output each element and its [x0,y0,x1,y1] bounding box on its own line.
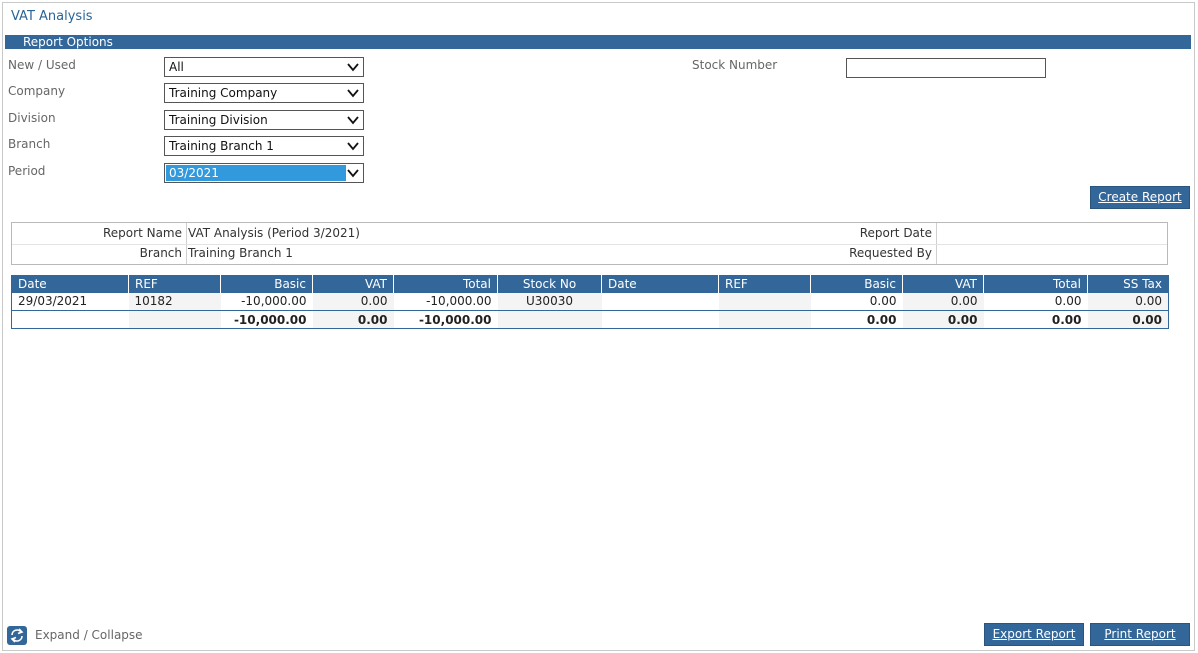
period-label: Period [8,164,46,178]
total-cell-date [11,310,129,329]
total-cell-ref [128,310,221,329]
branch-label: Branch [8,137,51,151]
report-name-label: Report Name [103,226,182,240]
col-header-ref: REF [128,275,221,293]
col-header-vat-2: VAT [902,275,984,293]
col-header-basic-2: Basic [810,275,903,293]
total-cell-total: -10,000.00 [393,310,498,329]
total-cell-vat: 0.00 [312,310,394,329]
new-used-select[interactable]: All [164,57,364,77]
company-label: Company [8,84,66,98]
report-date-label: Report Date [859,226,932,240]
col-header-vat: VAT [312,275,394,293]
page-title: VAT Analysis [11,9,93,24]
cell-ss-tax: 0.00 [1087,292,1169,311]
division-select[interactable]: Training Division [164,110,364,130]
company-select[interactable]: Training Company [164,83,364,103]
chevron-down-icon [346,60,360,74]
company-value: Training Company [169,86,278,100]
branch-value: Training Branch 1 [169,139,274,153]
col-header-date-2: Date [601,275,719,293]
total-cell-stock-no [497,310,602,329]
report-name-value: VAT Analysis (Period 3/2021) [188,226,360,240]
cell-basic: -10,000.00 [241,294,307,309]
division-value: Training Division [169,113,268,127]
print-report-button[interactable]: Print Report [1090,623,1190,646]
col-header-stock-no: Stock No [497,275,602,293]
stock-number-input[interactable] [846,58,1046,78]
cell-total: -10,000.00 [426,294,492,309]
branch-info-value: Training Branch 1 [188,246,293,260]
col-header-date: Date [11,275,129,293]
export-report-button[interactable]: Export Report [984,623,1084,646]
period-value: 03/2021 [166,165,346,181]
total-cell-basic: -10,000.00 [220,310,313,329]
branch-select[interactable]: Training Branch 1 [164,136,364,156]
stock-number-label: Stock Number [692,58,778,72]
report-options-header: Report Options [5,35,1191,49]
table-totals-row: -10,000.00 0.00 -10,000.00 0.00 0.00 0.0… [11,310,1169,329]
table-header-row: Date REF Basic VAT Total Stock No Date R… [11,275,1169,293]
col-header-basic: Basic [220,275,313,293]
requested-by-label: Requested By [849,246,932,260]
cell-vat: 0.00 [312,292,394,311]
division-label: Division [8,111,56,125]
cell-date-2 [602,293,719,311]
total-cell-total-2: 0.00 [983,310,1088,329]
period-select[interactable]: 03/2021 [164,163,364,183]
cell-ref-2 [718,292,811,311]
cell-vat-2: 0.00 [902,292,984,311]
total-cell-vat-2: 0.00 [902,310,984,329]
vat-analysis-table: Date REF Basic VAT Total Stock No Date R… [11,275,1169,329]
new-used-value: All [169,60,184,74]
expand-collapse-link[interactable]: Expand / Collapse [35,628,143,642]
chevron-down-icon [346,86,360,100]
report-info-panel: Report Name VAT Analysis (Period 3/2021)… [11,222,1168,265]
col-header-ss-tax: SS Tax [1087,275,1169,293]
col-header-total: Total [393,275,498,293]
cell-ref: 10182 [128,292,221,311]
total-cell-ss-tax: 0.00 [1087,310,1169,329]
table-row: 29/03/2021 10182 -10,000.00 0.00 -10,000… [12,292,1169,311]
cell-stock-no: U30030 [497,292,602,311]
col-header-total-2: Total [983,275,1088,293]
create-report-button[interactable]: Create Report [1090,186,1190,209]
total-cell-basic-2: 0.00 [810,310,903,329]
new-used-label: New / Used [8,58,76,72]
refresh-icon[interactable] [7,626,27,645]
col-header-ref-2: REF [718,275,811,293]
cell-total-2: 0.00 [1054,294,1082,309]
total-cell-ref-2 [718,310,811,329]
cell-basic-2: 0.00 [869,294,897,309]
branch-info-label: Branch [139,246,182,260]
chevron-down-icon [346,139,360,153]
total-cell-date-2 [601,310,719,329]
chevron-down-icon [346,166,360,180]
cell-date: 29/03/2021 [18,294,88,309]
chevron-down-icon [346,113,360,127]
